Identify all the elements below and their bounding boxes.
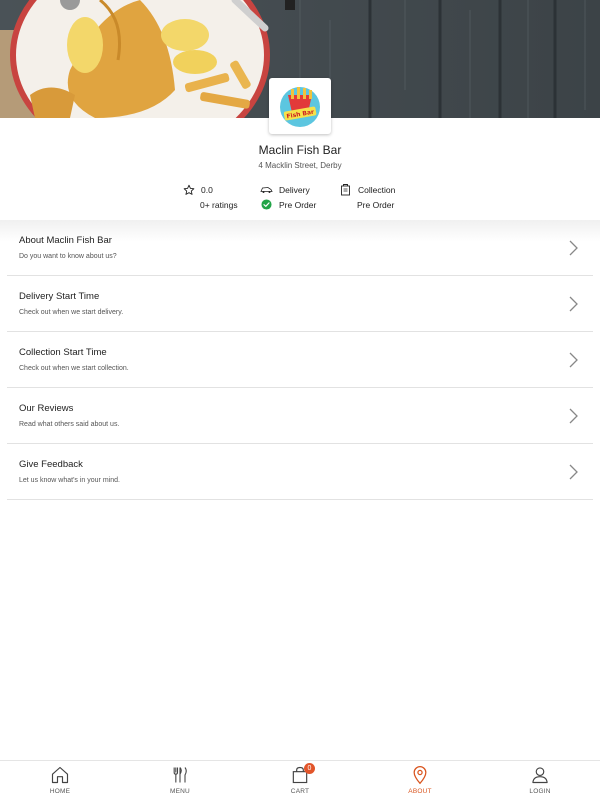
list-item-subtitle: Check out when we start collection.: [19, 365, 129, 372]
ratings-count: 0+ ratings: [200, 199, 238, 210]
list-item-subtitle: Check out when we start delivery.: [19, 309, 124, 316]
nav-about[interactable]: ABOUT: [360, 761, 480, 800]
list-item-subtitle: Let us know what's in your mind.: [19, 477, 120, 484]
delivery-label: Delivery: [279, 184, 310, 195]
location-pin-icon: [413, 766, 427, 785]
chevron-right-icon: [569, 240, 578, 256]
collection-label: Collection: [358, 184, 396, 195]
nav-about-label: ABOUT: [408, 788, 432, 795]
collection-status: Pre Order: [357, 199, 395, 210]
collection-block: Collection Pre Order: [339, 182, 395, 212]
list-item-title: Our Reviews: [19, 403, 74, 414]
list-item-title: About Maclin Fish Bar: [19, 235, 112, 246]
list-item-subtitle: Do you want to know about us?: [19, 253, 117, 260]
about-menu-list: About Maclin Fish Bar Do you want to kno…: [7, 220, 593, 500]
rating-block[interactable]: 0.0 0+ ratings: [182, 182, 238, 212]
delivery-block: Delivery Pre Order: [260, 182, 316, 212]
restaurant-address: 4 Macklin Street, Derby: [258, 161, 342, 170]
cart-count-badge: 0: [304, 763, 315, 774]
nav-cart-label: CART: [290, 788, 310, 795]
nav-login-label: LOGIN: [529, 788, 551, 795]
chevron-right-icon: [569, 464, 578, 480]
cutlery-icon: [173, 767, 187, 783]
list-item-feedback[interactable]: Give Feedback Let us know what's in your…: [7, 444, 593, 500]
chevron-right-icon: [569, 296, 578, 312]
list-item-delivery-start[interactable]: Delivery Start Time Check out when we st…: [7, 276, 593, 332]
rating-value: 0.0: [201, 184, 213, 195]
nav-login[interactable]: LOGIN: [480, 761, 600, 800]
list-item-title: Give Feedback: [19, 459, 83, 470]
chevron-right-icon: [569, 352, 578, 368]
nav-home-label: HOME: [49, 788, 71, 795]
home-icon: [51, 766, 69, 784]
collection-bag-icon: [339, 183, 352, 196]
list-item-reviews[interactable]: Our Reviews Read what others said about …: [7, 388, 593, 444]
star-icon: [182, 183, 195, 196]
nav-cart[interactable]: 0 CART: [240, 761, 360, 800]
restaurant-name: Maclin Fish Bar: [258, 143, 342, 157]
list-item-title: Delivery Start Time: [19, 291, 100, 302]
nav-menu[interactable]: MENU: [120, 761, 240, 800]
nav-menu-label: MENU: [170, 788, 190, 795]
bottom-nav: HOME MENU 0 CART ABOUT LOGIN: [0, 760, 600, 800]
delivery-status: Pre Order: [279, 199, 317, 210]
list-item-about[interactable]: About Maclin Fish Bar Do you want to kno…: [7, 220, 593, 276]
nav-home[interactable]: HOME: [0, 761, 120, 800]
delivery-van-icon: [260, 183, 273, 196]
list-item-title: Collection Start Time: [19, 347, 107, 358]
user-icon: [532, 767, 548, 784]
list-item-collection-start[interactable]: Collection Start Time Check out when we …: [7, 332, 593, 388]
restaurant-info: Maclin Fish Bar 4 Macklin Street, Derby …: [0, 118, 600, 220]
list-item-subtitle: Read what others said about us.: [19, 421, 120, 428]
chevron-right-icon: [569, 408, 578, 424]
check-circle-icon: [260, 198, 273, 211]
